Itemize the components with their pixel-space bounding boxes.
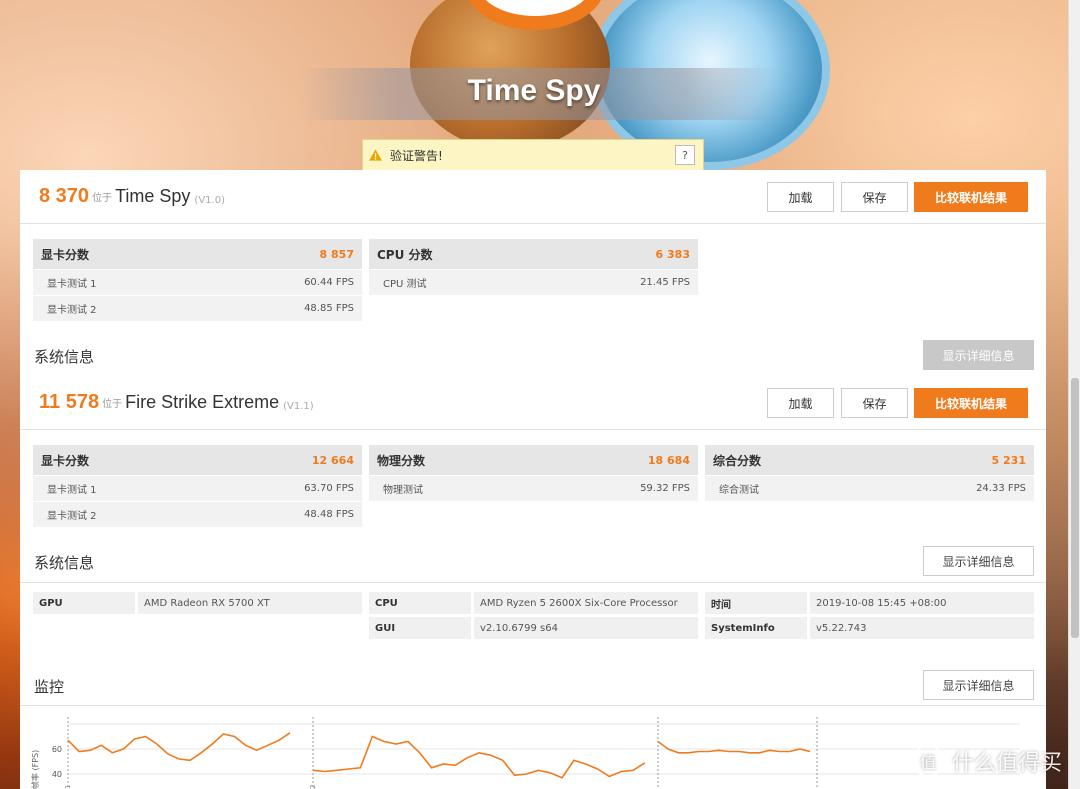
score-box-value: 8 857 xyxy=(319,247,354,261)
overall-score: 11 578 xyxy=(39,391,100,413)
sub-test-label: 物理测试 xyxy=(383,485,423,496)
score-box-title: 显卡分数 xyxy=(41,453,90,468)
score-box-header: 显卡分数 12 664 xyxy=(33,445,362,475)
score-box-value: 5 231 xyxy=(991,453,1026,467)
score-box-title: CPU 分数 xyxy=(377,247,433,262)
score-box-value: 12 664 xyxy=(311,453,354,467)
sub-test-row: 显卡测试 2 48.85 FPS xyxy=(33,295,362,321)
fps-monitor-chart: 40 60 帧率 (FPS) 1 2 xyxy=(30,717,1020,789)
fps-series-line xyxy=(312,735,646,779)
load-button[interactable]: 加载 xyxy=(767,388,834,418)
score-box-title: 综合分数 xyxy=(713,453,762,468)
score-box-header: 物理分数 18 684 xyxy=(369,445,698,475)
show-details-button[interactable]: 显示详细信息 xyxy=(923,546,1034,576)
test-name: Time Spy xyxy=(115,186,191,206)
physics-score-box: 物理分数 18 684 物理测试 59.32 FPS xyxy=(369,445,698,501)
graphics-score-box: 显卡分数 8 857 显卡测试 1 60.44 FPS 显卡测试 2 48.85… xyxy=(33,239,362,321)
compare-online-button[interactable]: 比较联机结果 xyxy=(914,388,1028,418)
system-info-title: 系统信息 xyxy=(34,554,95,572)
load-button[interactable]: 加载 xyxy=(767,182,834,212)
sub-test-row: CPU 测试 21.45 FPS xyxy=(369,269,698,295)
fps-series-line xyxy=(67,732,291,762)
sysinfo-key: GPU xyxy=(33,592,135,614)
result-header: 11 578 位于 Fire Strike Extreme (V1.1) 加载 … xyxy=(20,376,1046,430)
result-header: 8 370 位于 Time Spy (V1.0) 加载 保存 比较联机结果 xyxy=(20,170,1046,224)
test-name: Fire Strike Extreme xyxy=(125,392,280,412)
fps-series-line xyxy=(657,740,811,754)
sysinfo-value: v5.22.743 xyxy=(810,617,1034,639)
site-watermark: 值 什么值得买 xyxy=(912,745,1062,777)
watermark-text: 什么值得买 xyxy=(952,751,1063,776)
sub-test-value: 48.85 FPS xyxy=(304,303,354,314)
sub-test-value: 59.32 FPS xyxy=(640,483,690,494)
score-box-header: 综合分数 5 231 xyxy=(705,445,1034,475)
compare-online-button[interactable]: 比较联机结果 xyxy=(914,182,1028,212)
score-box-title: 显卡分数 xyxy=(41,247,90,262)
graphics-score-box: 显卡分数 12 664 显卡测试 1 63.70 FPS 显卡测试 2 48.4… xyxy=(33,445,362,527)
sysinfo-key: SystemInfo xyxy=(705,617,807,639)
sub-test-row: 显卡测试 1 60.44 FPS xyxy=(33,269,362,295)
overall-score: 8 370 xyxy=(39,185,90,207)
watermark-logo-icon: 值 xyxy=(912,745,944,777)
sub-test-value: 21.45 FPS xyxy=(640,277,690,288)
sysinfo-value: v2.10.6799 s64 xyxy=(474,617,698,639)
combined-score-box: 综合分数 5 231 综合测试 24.33 FPS xyxy=(705,445,1034,501)
y-axis-label: 帧率 (FPS) xyxy=(30,750,40,789)
sysinfo-key: GUI xyxy=(369,617,471,639)
sub-test-value: 24.33 FPS xyxy=(976,483,1026,494)
monitor-details-button[interactable]: 显示详细信息 xyxy=(923,670,1034,700)
monitor-title: 监控 xyxy=(34,678,65,696)
sysinfo-value: 2019-10-08 15:45 +08:00 xyxy=(810,592,1034,614)
y-tick-label: 60 xyxy=(52,745,62,754)
score-box-header: 显卡分数 8 857 xyxy=(33,239,362,269)
segment-label: 1 xyxy=(64,785,72,789)
sub-test-label: 显卡测试 1 xyxy=(47,485,97,496)
sub-test-value: 60.44 FPS xyxy=(304,277,354,288)
save-button[interactable]: 保存 xyxy=(841,182,908,212)
save-button[interactable]: 保存 xyxy=(841,388,908,418)
sysinfo-key: 时间 xyxy=(705,592,807,614)
position-label: 位于 xyxy=(92,193,113,204)
sub-test-row: 显卡测试 2 48.48 FPS xyxy=(33,501,362,527)
show-details-button[interactable]: 显示详细信息 xyxy=(923,340,1034,370)
scrollbar-thumb[interactable] xyxy=(1071,378,1079,638)
sub-test-label: 显卡测试 2 xyxy=(47,511,97,522)
sub-test-value: 48.48 FPS xyxy=(304,509,354,520)
sysinfo-key: CPU xyxy=(369,592,471,614)
test-version: (V1.1) xyxy=(283,401,314,412)
help-button[interactable]: ? xyxy=(675,145,695,165)
sub-test-label: 显卡测试 2 xyxy=(47,305,97,316)
warning-text: 验证警告! xyxy=(390,148,443,163)
scrollbar[interactable] xyxy=(1068,0,1080,789)
warning-icon xyxy=(369,149,382,161)
position-label: 位于 xyxy=(102,399,123,410)
timespy-result-panel: 8 370 位于 Time Spy (V1.0) 加载 保存 比较联机结果 显卡… xyxy=(20,170,1046,380)
segment-label: 2 xyxy=(309,785,317,789)
sub-test-value: 63.70 FPS xyxy=(304,483,354,494)
y-tick-label: 40 xyxy=(52,770,62,779)
score-box-title: 物理分数 xyxy=(377,453,426,468)
sysinfo-value: AMD Ryzen 5 2600X Six-Core Processor xyxy=(474,592,698,614)
score-box-header: CPU 分数 6 383 xyxy=(369,239,698,269)
page-title: Time Spy xyxy=(467,74,601,107)
score-box-value: 6 383 xyxy=(655,247,690,261)
sub-test-label: CPU 测试 xyxy=(383,279,427,290)
sub-test-row: 物理测试 59.32 FPS xyxy=(369,475,698,501)
score-box-value: 18 684 xyxy=(647,453,690,467)
sub-test-label: 显卡测试 1 xyxy=(47,279,97,290)
sysinfo-value: AMD Radeon RX 5700 XT xyxy=(138,592,362,614)
divider xyxy=(20,582,1046,583)
system-info-title: 系统信息 xyxy=(34,348,95,366)
sub-test-row: 显卡测试 1 63.70 FPS xyxy=(33,475,362,501)
validation-warning[interactable]: 验证警告! ? xyxy=(362,139,704,171)
test-version: (V1.0) xyxy=(194,195,225,206)
sub-test-row: 综合测试 24.33 FPS xyxy=(705,475,1034,501)
sub-test-label: 综合测试 xyxy=(719,485,759,496)
cpu-score-box: CPU 分数 6 383 CPU 测试 21.45 FPS xyxy=(369,239,698,295)
